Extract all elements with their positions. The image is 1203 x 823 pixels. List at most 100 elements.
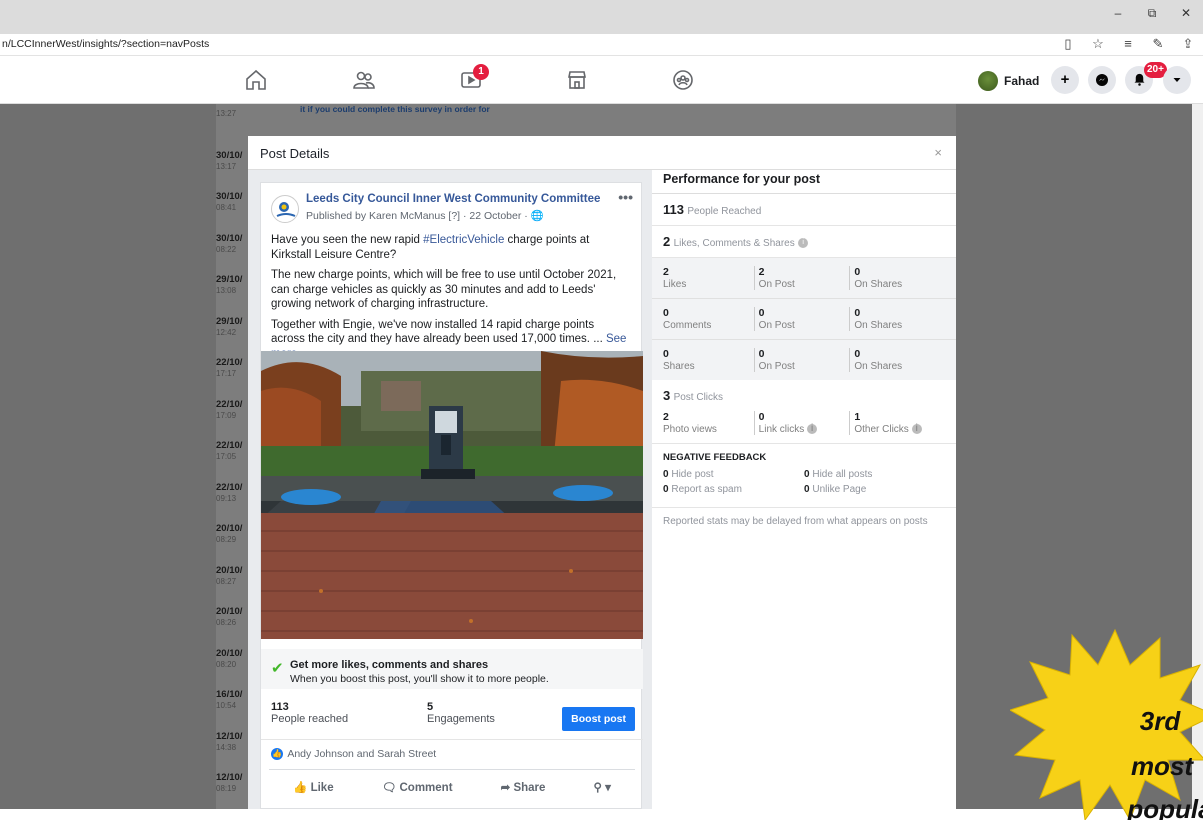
home-icon[interactable] [242, 68, 270, 92]
starburst-line-1: 3rd [1140, 706, 1182, 736]
post-meta-text: Published by Karen McManus [?] · 22 Octo… [306, 210, 531, 222]
background-row-date: 30/10/ [216, 191, 243, 202]
reactions-summary[interactable]: 👍 Andy Johnson and Sarah Street [261, 739, 643, 769]
background-row-date: 20/10/ [216, 523, 243, 534]
link-clicks-label: Link clicks [758, 424, 805, 435]
background-row: 22/10/17:05 [216, 440, 252, 462]
post-header: Leeds City Council Inner West Community … [261, 183, 641, 233]
background-row-date: 30/10/ [216, 232, 243, 244]
stat-cell: 0 On Post [753, 348, 850, 372]
comment-action[interactable]: 🗨 Comment [382, 780, 453, 794]
url-text[interactable]: n/LCCInnerWest/insights/?section=navPost… [2, 38, 209, 50]
background-row: 30/10/08:22 [216, 233, 252, 255]
background-row-time: 17:17 [216, 369, 237, 378]
info-icon[interactable]: i [911, 424, 922, 435]
facebook-topnav: 1 Fahad + 20+ [0, 56, 1203, 104]
like-action[interactable]: 👍 Like [293, 780, 334, 794]
favorites-list-icon[interactable]: ≡ [1113, 36, 1143, 52]
background-row-date: 12/10/ [216, 772, 243, 783]
post-paragraph-3-text: Together with Engie, we've now installed… [271, 318, 603, 346]
globe-icon: 🌐 [530, 210, 544, 222]
other-clicks-cell: 1 Other Clicks i [849, 411, 945, 435]
stat-cell: 0 On Shares [849, 266, 945, 290]
lcs-value: 2 [663, 234, 671, 249]
stat-value: 0 [758, 348, 765, 360]
post-paragraph-1: Have you seen the new rapid #ElectricVeh… [271, 233, 631, 262]
minimize-button[interactable]: – [1101, 6, 1135, 21]
checkmark-icon: ✔ [271, 660, 284, 677]
clicks-breakdown: 2 Photo views 0 Link clicks i 1 Other Cl… [652, 411, 956, 444]
account-menu-button[interactable] [1163, 66, 1191, 94]
starburst-shape: 3rd most popula [1008, 628, 1203, 823]
other-clicks-value: 1 [854, 411, 861, 423]
browser-titlebar: – ⧉ ✕ [0, 0, 1203, 34]
background-row-date: 22/10/ [216, 440, 243, 451]
comment-label: Comment [399, 781, 453, 794]
negative-feedback-section: NEGATIVE FEEDBACK 0 Hide post 0 Hide all… [652, 444, 956, 508]
performance-column: Performance for your post 113 People Rea… [652, 170, 956, 809]
post-more-options-icon[interactable]: ••• [618, 189, 633, 205]
stats-delay-note: Reported stats may be delayed from what … [663, 516, 928, 527]
messenger-icon[interactable] [1088, 66, 1116, 94]
hide-post-label: Hide post [671, 469, 714, 480]
marketplace-icon[interactable] [563, 68, 591, 92]
restore-button[interactable]: ⧉ [1135, 6, 1169, 21]
post-photo[interactable] [261, 351, 643, 639]
stat-label: On Shares [854, 320, 903, 331]
background-row-time: 08:19 [216, 784, 237, 793]
share-icon[interactable]: ⇪ [1173, 36, 1203, 52]
stat-label: Shares [663, 361, 695, 372]
hide-post-value: 0 [663, 469, 669, 480]
stat-cell: 2 On Post [753, 266, 850, 290]
browser-toolbar-icons: ▯ ☆ ≡ ✎ ⇪ [1053, 36, 1203, 52]
report-spam-value: 0 [663, 484, 669, 495]
profile-chip[interactable]: Fahad [978, 71, 1039, 91]
post-card: Leeds City Council Inner West Community … [260, 182, 643, 809]
people-reached-label: People reached [271, 713, 349, 725]
info-icon[interactable]: i [807, 424, 818, 435]
background-row-time: 17:09 [216, 410, 237, 420]
audience-selector[interactable]: ⚲ ▾ [594, 780, 611, 794]
reading-view-icon[interactable]: ▯ [1053, 36, 1083, 52]
background-row-time: 12:42 [216, 327, 237, 337]
post-paragraph-1-start: Have you seen the new rapid [271, 234, 424, 246]
post-details-modal: Post Details × Leeds City Council Inner … [248, 136, 956, 809]
engagements-stat: 5 Engagements [427, 701, 495, 725]
stat-cell: 0 On Post [753, 307, 850, 331]
stat-value: 0 [758, 307, 765, 319]
like-label: Like [310, 781, 334, 794]
friends-icon[interactable] [350, 68, 378, 92]
create-button[interactable]: + [1051, 66, 1079, 94]
share-label: Share [513, 781, 546, 794]
stat-value: 0 [854, 307, 861, 319]
post-text: Have you seen the new rapid #ElectricVeh… [261, 233, 641, 361]
watch-badge: 1 [473, 64, 489, 80]
hashtag-link[interactable]: #ElectricVehicle [423, 234, 504, 246]
modal-close-button[interactable]: × [934, 145, 942, 160]
background-row-date: 29/10/ [216, 274, 243, 285]
background-row-time: 13:27 [216, 109, 237, 118]
stat-value: 0 [854, 348, 861, 360]
stat-value: 0 [663, 307, 669, 319]
post-actions: 👍 Like 🗨 Comment ➦ Share ⚲ ▾ [269, 769, 635, 803]
close-window-button[interactable]: ✕ [1169, 6, 1203, 21]
favorite-star-icon[interactable]: ☆ [1083, 36, 1113, 52]
address-bar[interactable]: n/LCCInnerWest/insights/?section=navPost… [0, 34, 1203, 56]
page-name-link[interactable]: Leeds City Council Inner West Community … [306, 193, 600, 205]
page-logo[interactable] [271, 195, 299, 223]
stat-label: Likes [663, 279, 687, 290]
pen-icon[interactable]: ✎ [1143, 36, 1173, 52]
hide-all-posts-value: 0 [804, 469, 810, 480]
boost-post-button[interactable]: Boost post [562, 707, 635, 731]
link-clicks-cell: 0 Link clicks i [753, 411, 850, 435]
info-icon[interactable]: i [798, 237, 809, 248]
photo-views-value: 2 [663, 411, 669, 423]
background-row-date: 22/10/ [216, 481, 243, 493]
stat-value: 2 [758, 266, 765, 278]
share-action[interactable]: ➦ Share [501, 780, 546, 794]
groups-icon[interactable] [669, 68, 697, 92]
background-row-time: 08:26 [216, 618, 237, 627]
background-row-time: 08:20 [216, 659, 237, 669]
photo-views-cell: 2 Photo views [663, 411, 754, 435]
report-spam-label: Report as spam [671, 484, 742, 495]
